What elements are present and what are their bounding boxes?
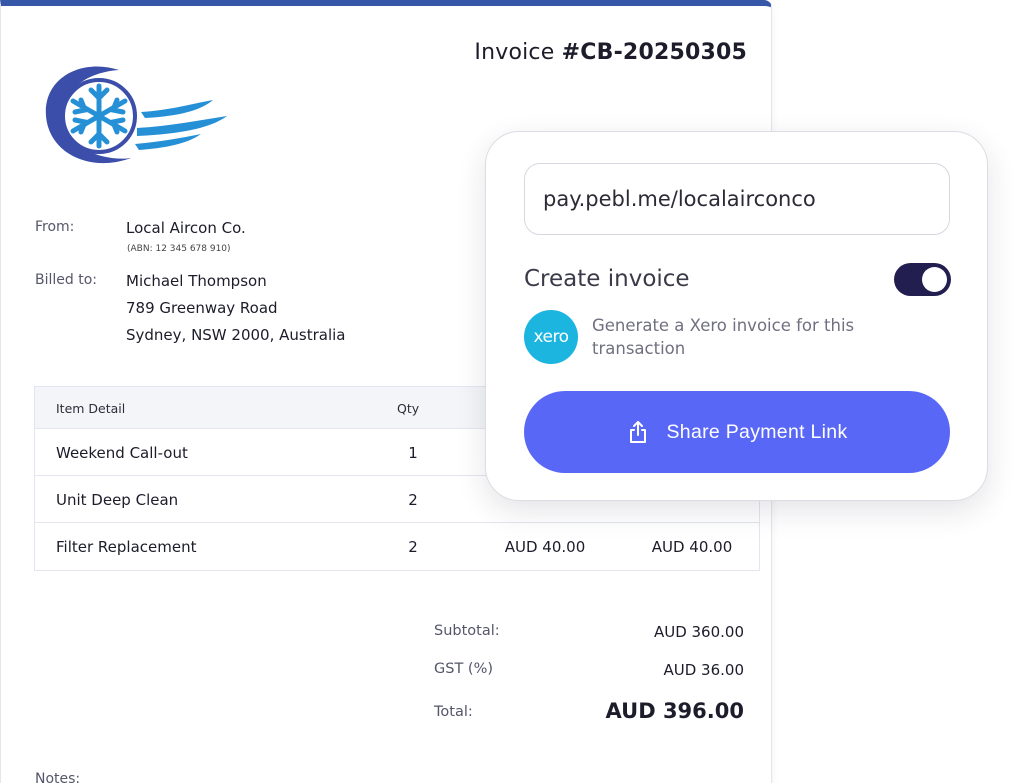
row-item: Filter Replacement <box>56 538 197 556</box>
billed-to-name: Michael Thompson <box>126 272 267 290</box>
billed-to-address-line-2: Sydney, NSW 2000, Australia <box>126 326 346 344</box>
row-unit-price: AUD 40.00 <box>504 538 586 556</box>
invoice-title: Invoice #CB-20250305 <box>474 40 747 65</box>
create-invoice-label: Create invoice <box>524 266 690 292</box>
total-label: Total: <box>434 704 473 720</box>
screen: Invoice #CB-20250305 From: Local Aircon … <box>0 0 1022 783</box>
from-company-name: Local Aircon Co. <box>126 219 246 237</box>
billed-to-address-line-1: 789 Greenway Road <box>126 299 278 317</box>
notes-label: Notes: <box>35 771 81 783</box>
row-amount: AUD 40.00 <box>651 538 733 556</box>
row-qty: 2 <box>408 538 418 556</box>
share-icon <box>629 421 646 443</box>
gst-label: GST (%) <box>434 661 493 677</box>
share-payment-link-button[interactable]: Share Payment Link <box>524 391 950 473</box>
payment-link-card: pay.pebl.me/localairconco Create invoice… <box>485 131 988 501</box>
row-item: Weekend Call-out <box>56 444 188 462</box>
share-button-label: Share Payment Link <box>666 420 848 443</box>
invoice-number: #CB-20250305 <box>561 40 747 65</box>
table-row: Filter Replacement 2 AUD 40.00 AUD 40.00 <box>35 523 759 570</box>
gst-value: AUD 36.00 <box>663 661 744 679</box>
row-item: Unit Deep Clean <box>56 491 179 509</box>
xero-description: Generate a Xero invoice for this transac… <box>592 316 855 358</box>
from-label: From: <box>35 219 75 235</box>
row-qty: 2 <box>408 491 418 509</box>
invoice-title-prefix: Invoice <box>474 40 562 65</box>
toggle-knob <box>922 267 947 292</box>
subtotal-label: Subtotal: <box>434 623 500 639</box>
row-qty: 1 <box>408 444 418 462</box>
create-invoice-toggle[interactable] <box>894 263 951 296</box>
payment-url-field[interactable]: pay.pebl.me/localairconco <box>524 163 950 235</box>
header-item-detail: Item Detail <box>56 401 126 416</box>
subtotal-value: AUD 360.00 <box>653 623 744 641</box>
header-qty: Qty <box>397 401 420 416</box>
company-logo-icon <box>45 66 227 164</box>
from-abn: (ABN: 12 345 678 910) <box>127 244 231 254</box>
total-value: AUD 396.00 <box>605 699 744 723</box>
billed-to-label: Billed to: <box>35 272 97 288</box>
xero-logo-icon: xero <box>524 310 578 364</box>
